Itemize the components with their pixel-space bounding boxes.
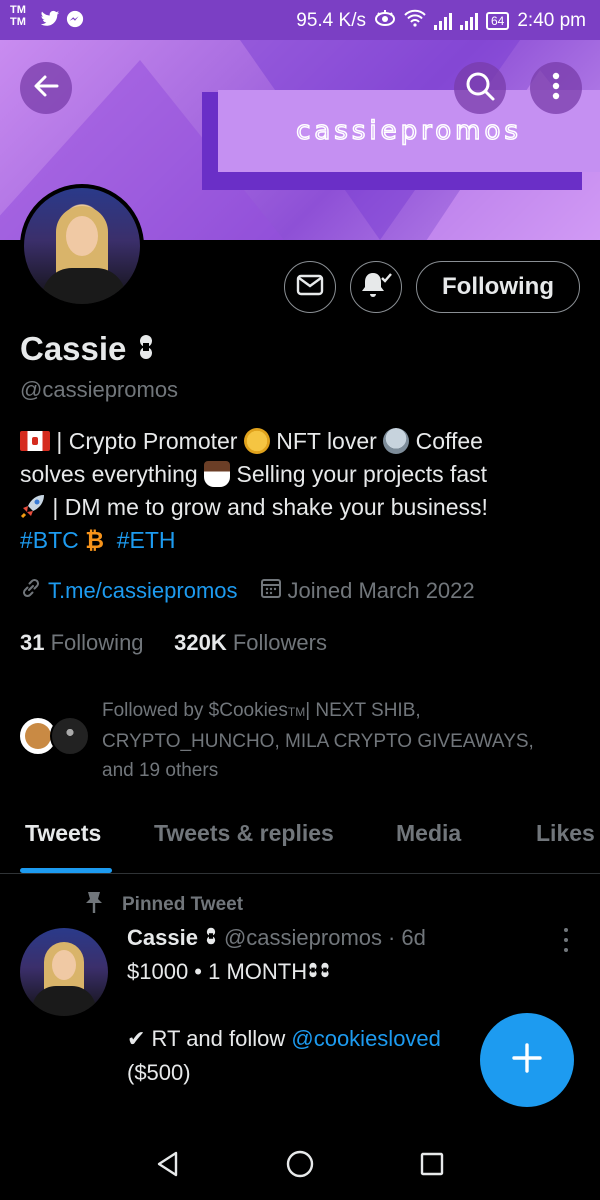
hashtag-eth-link[interactable]: #ETH xyxy=(117,527,176,553)
profile-handle: @cassiepromos xyxy=(20,377,179,402)
tab-media[interactable]: Media xyxy=(396,820,461,847)
ribbon-icon xyxy=(136,330,156,368)
followed-by-text[interactable]: Followed by $CookiesTM| NEXT SHIB, CRYPT… xyxy=(102,696,582,785)
plus-icon xyxy=(510,1041,544,1080)
message-button[interactable] xyxy=(284,261,336,313)
tweet-author-avatar[interactable] xyxy=(20,928,108,1016)
clock: 2:40 pm xyxy=(517,10,586,31)
ribbon-icon xyxy=(204,925,218,951)
tab-likes[interactable]: Likes xyxy=(536,820,595,847)
tweet-text-line: ($500) xyxy=(127,1060,191,1085)
link-icon xyxy=(20,577,42,605)
system-navigation-bar xyxy=(0,1132,600,1200)
tab-tweets[interactable]: Tweets xyxy=(25,820,101,847)
display-name: Cassie xyxy=(20,330,127,367)
eye-icon xyxy=(374,10,396,32)
profile-tabs: Tweets Tweets & replies Media Likes xyxy=(0,808,600,874)
ribbon-icon xyxy=(307,959,331,984)
tweet-separator: · xyxy=(388,925,396,950)
coffee-icon xyxy=(204,461,231,487)
follower-avatar xyxy=(50,716,90,756)
bitcoin-icon: ₿ xyxy=(85,527,104,553)
profile-avatar[interactable] xyxy=(20,184,144,308)
profile-link[interactable]: T.me/cassiepromos xyxy=(48,578,238,604)
search-button[interactable] xyxy=(454,62,506,114)
status-bar: TM TM 95.4 K/s 64 2:40 pm xyxy=(0,0,600,40)
tab-tweets-replies[interactable]: Tweets & replies xyxy=(154,820,334,847)
more-vertical-icon xyxy=(552,72,560,105)
active-tab-indicator xyxy=(20,868,112,873)
tweet-mention-link[interactable]: @cookiesloved xyxy=(291,1026,441,1051)
tweet-author-name[interactable]: Cassie xyxy=(127,925,198,951)
following-count-link[interactable]: 31 Following xyxy=(20,630,144,655)
tweet-header: Cassie @cassiepromos · 6d xyxy=(127,925,426,951)
robot-icon xyxy=(383,428,410,454)
tweet-age: 6d xyxy=(401,925,426,950)
twitter-icon xyxy=(40,10,60,33)
rocket-icon xyxy=(20,494,46,520)
mail-icon xyxy=(296,274,324,301)
notifications-button[interactable] xyxy=(350,261,402,313)
tweet-author-handle: @cassiepromos xyxy=(223,925,383,950)
square-recents-icon xyxy=(418,1150,446,1183)
more-options-button[interactable] xyxy=(530,62,582,114)
coin-icon xyxy=(243,428,270,454)
pin-icon xyxy=(84,890,104,920)
nav-recents-button[interactable] xyxy=(416,1150,448,1182)
signal-icon xyxy=(433,12,452,30)
bell-check-icon xyxy=(360,270,392,305)
tweet-text-line: ✔ RT and follow @cookiesloved xyxy=(127,1026,441,1051)
compose-tweet-button[interactable] xyxy=(480,1013,574,1107)
profile-name: Cassie xyxy=(20,330,156,368)
search-icon xyxy=(464,70,496,107)
pinned-tweet-label: Pinned Tweet xyxy=(84,890,243,920)
nav-home-button[interactable] xyxy=(284,1150,316,1182)
calendar-icon xyxy=(260,577,282,605)
followers-count-link[interactable]: 320K Followers xyxy=(174,630,327,655)
triangle-back-icon xyxy=(154,1150,182,1183)
follow-counts: 31 Following 320K Followers xyxy=(20,630,327,656)
arrow-left-icon xyxy=(31,71,61,106)
following-button[interactable]: Following xyxy=(416,261,580,313)
signal-icon xyxy=(459,12,478,30)
status-tm-marks: TM TM xyxy=(10,4,26,28)
tweet-text-line: $1000 • 1 MONTH xyxy=(127,959,331,985)
battery-icon: 64 xyxy=(485,12,510,30)
circle-home-icon xyxy=(285,1149,315,1184)
profile-meta: T.me/cassiepromos Joined March 2022 xyxy=(20,577,475,605)
joined-date: Joined March 2022 xyxy=(287,578,475,603)
messenger-icon xyxy=(66,10,84,33)
back-button[interactable] xyxy=(20,62,72,114)
network-speed: 95.4 K/s xyxy=(296,10,366,31)
nav-back-button[interactable] xyxy=(152,1150,184,1182)
hashtag-btc-link[interactable]: #BTC xyxy=(20,527,79,553)
wifi-icon xyxy=(404,9,426,33)
profile-bio: | Crypto Promoter NFT lover Coffee solve… xyxy=(20,428,488,553)
canada-flag-icon xyxy=(20,431,50,451)
tweet-more-button[interactable] xyxy=(556,928,576,952)
